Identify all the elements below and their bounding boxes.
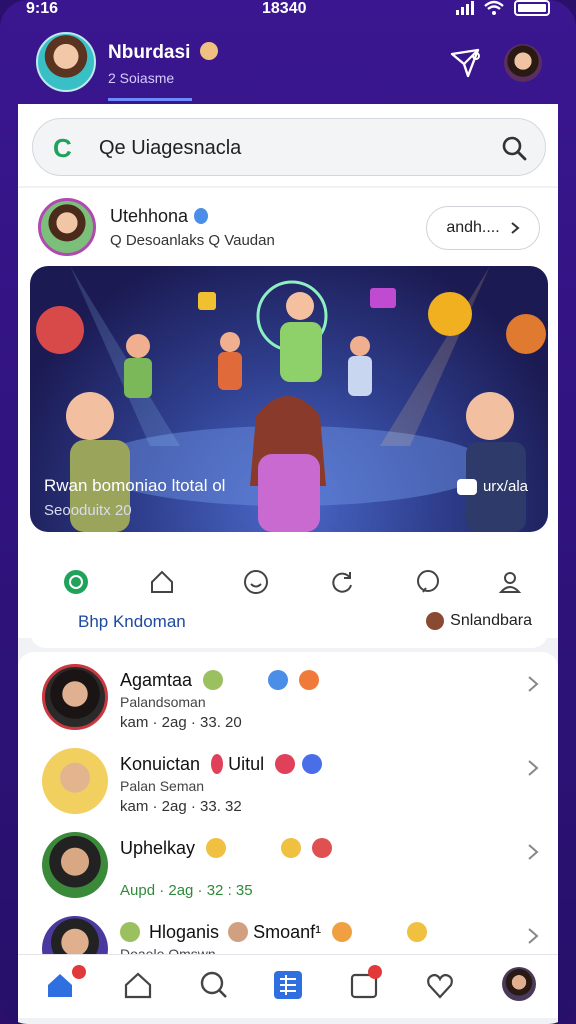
status-bar: 9:16 18340 (0, 0, 576, 22)
emoji-icon (203, 670, 224, 690)
avatar[interactable] (502, 967, 536, 1001)
chevron-right-icon (511, 222, 520, 234)
smile-icon[interactable] (242, 568, 270, 596)
grid-icon[interactable] (272, 969, 304, 1001)
emoji-icon (302, 754, 323, 774)
chip-icon (456, 478, 477, 495)
emoji-icon (268, 670, 289, 690)
contact-subtitle: Palandsoman (120, 694, 206, 710)
bottom-nav (18, 954, 558, 1018)
content-sheet: C Qe Uiagesnacla Utehhona Q Desoanlaks Q… (18, 104, 558, 1024)
house-icon[interactable] (122, 969, 154, 1001)
banner-image[interactable]: Rwan bomoniao ltotal ol Seooduitx 20 urx… (30, 266, 548, 532)
profile-avatar-small[interactable] (504, 44, 542, 82)
list-item[interactable]: Agamtaa Palandsoman kam · 2ag · 33. 20 (18, 656, 558, 740)
emoji-icon (211, 754, 224, 774)
avatar (42, 832, 108, 898)
chevron-right-icon (528, 760, 539, 776)
contact-name: Konuictan Uitul (120, 754, 323, 775)
emoji-icon (332, 922, 353, 942)
contact-subtitle: Palan Seman (120, 778, 205, 794)
chip-label: urx/ala (482, 478, 528, 495)
tab-dot-icon (426, 612, 445, 630)
tab-label-right-text: Snlandbara (450, 612, 532, 629)
home-icon[interactable] (148, 568, 176, 596)
emoji-icon (206, 838, 227, 858)
contact-name: Agamtaa (120, 670, 320, 691)
banner-subcaption: Seooduitx 20 (44, 502, 132, 519)
contact-name: Hloganis Smoanf¹ (120, 922, 428, 943)
banner-chip[interactable]: urx/ala (456, 478, 528, 495)
emoji-icon (312, 838, 333, 858)
search-text: Qe Uiagesnacla (99, 137, 242, 159)
tab-bar: Bhp Kndoman Snlandbara (30, 558, 548, 648)
contact-meta: kam · 2ag · 33. 20 (120, 714, 242, 731)
user-icon[interactable] (496, 568, 524, 596)
contact-meta: Aupd · 2ag · 32 : 35 (120, 882, 253, 899)
wifi-icon (484, 0, 504, 15)
emoji-icon (299, 670, 320, 690)
list-item[interactable]: Konuictan Uitul Palan Seman kam · 2ag · … (18, 740, 558, 824)
emoji-icon (281, 838, 302, 858)
contact-name: Uphelkay (120, 838, 333, 859)
chat-icon[interactable] (62, 568, 90, 596)
tab-label-right[interactable]: Snlandbara (426, 612, 532, 630)
profile-subtitle: Q Desoanlaks Q Vaudan (110, 232, 275, 249)
home-icon[interactable] (44, 969, 76, 1001)
header: Nburdasi 2 Soiasme (0, 24, 576, 104)
search-icon[interactable] (501, 135, 527, 161)
emoji-icon (120, 922, 140, 942)
avatar (42, 748, 108, 814)
status-icons (456, 0, 550, 16)
search-icon[interactable] (198, 969, 230, 1001)
chevron-right-icon (528, 928, 539, 944)
emoji-icon (228, 922, 249, 942)
header-title: Nburdasi (108, 42, 218, 64)
search-input[interactable]: C Qe Uiagesnacla (32, 118, 546, 176)
list-item[interactable]: Uphelkay Aupd · 2ag · 32 : 35 (18, 824, 558, 908)
battery-icon (514, 0, 550, 16)
send-icon[interactable] (448, 46, 482, 80)
verified-icon (194, 208, 209, 224)
profile-action-label: andh.... (446, 219, 500, 236)
app-frame: 9:16 18340 Nburdasi 2 Soiasme C Qe Uiage… (0, 0, 576, 1024)
app-logo-icon: C (53, 133, 72, 163)
notification-badge (72, 965, 86, 979)
header-underline (108, 98, 192, 101)
status-time: 9:16 (26, 0, 59, 17)
contact-list: Agamtaa Palandsoman kam · 2ag · 33. 20 K… (18, 652, 558, 982)
notification-badge (368, 965, 382, 979)
search-card: C Qe Uiagesnacla (18, 104, 558, 186)
profile-avatar[interactable] (38, 198, 96, 256)
header-subtitle: 2 Soiasme (108, 70, 175, 86)
profile-action-button[interactable]: andh.... (426, 206, 540, 250)
status-center-text: 18340 (262, 0, 307, 17)
signal-icon (456, 1, 474, 15)
emoji-icon (199, 42, 218, 60)
banner-caption: Rwan bomoniao ltotal ol (44, 476, 226, 495)
user-avatar[interactable] (36, 32, 96, 92)
comment-icon[interactable] (414, 568, 442, 596)
refresh-icon[interactable] (328, 568, 356, 596)
profile-name: Utehhona (110, 206, 209, 227)
contact-meta: kam · 2ag · 33. 32 (120, 798, 242, 815)
heart-icon[interactable] (424, 969, 456, 1001)
tab-label-left[interactable]: Bhp Kndoman (78, 612, 186, 632)
chevron-right-icon (528, 844, 539, 860)
emoji-icon (407, 922, 428, 942)
avatar (42, 664, 108, 730)
chevron-right-icon (528, 676, 539, 692)
emoji-icon (275, 754, 296, 774)
